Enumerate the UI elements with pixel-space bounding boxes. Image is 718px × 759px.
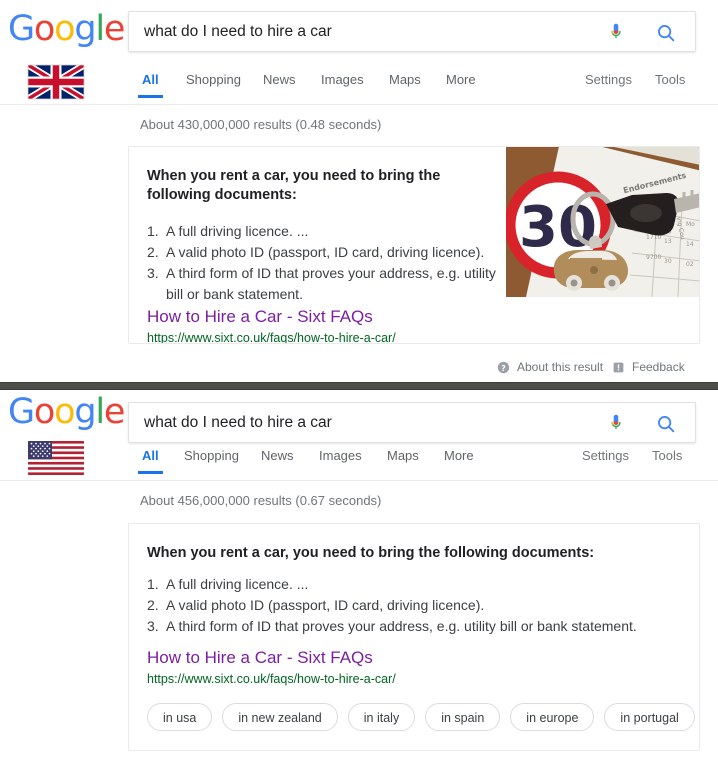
list-item-text: A valid photo ID (passport, ID card, dri…	[166, 597, 485, 613]
list-item-number: 3.	[147, 618, 159, 634]
list-item-number: 2.	[147, 597, 159, 613]
microphone-icon[interactable]	[605, 412, 627, 435]
tab-label: All	[142, 448, 159, 463]
list-item-text: A third form of ID that proves your addr…	[166, 618, 637, 634]
result-stats-us: About 456,000,000 results (0.67 seconds)	[140, 493, 382, 508]
answer-list: 1. A full driving licence. ... 2. A vali…	[147, 221, 507, 305]
tab-more[interactable]: More	[444, 448, 474, 474]
tab-all[interactable]: All	[138, 448, 163, 474]
list-item: 1. A full driving licence. ...	[147, 574, 687, 595]
result-thumbnail[interactable]: SepDayMo 17101314 97003002 Endorsements …	[506, 147, 699, 297]
tools-button[interactable]: Tools	[652, 448, 682, 463]
list-item-text: A full driving licence. ...	[166, 576, 309, 592]
answer-list: 1. A full driving licence. ... 2. A vali…	[147, 574, 687, 637]
svg-text:9700: 9700	[646, 254, 661, 261]
microphone-icon[interactable]	[605, 21, 627, 44]
list-item: 3. A third form of ID that proves your a…	[147, 616, 687, 637]
google-logo[interactable]: Google	[8, 395, 125, 430]
tab-label: More	[444, 448, 474, 463]
panel-divider	[0, 382, 718, 390]
answer-card-uk: When you rent a car, you need to bring t…	[128, 146, 700, 344]
result-link-title[interactable]: How to Hire a Car - Sixt FAQs	[147, 307, 373, 327]
svg-text:?: ?	[501, 362, 506, 372]
list-item-number: 1.	[147, 576, 159, 592]
tab-label: News	[261, 448, 294, 463]
search-input-uk[interactable]: what do I need to hire a car	[144, 23, 332, 41]
google-logo[interactable]: Google	[8, 12, 125, 47]
list-item-text: A third form of ID that proves your addr…	[166, 265, 496, 302]
chip-in-portugal[interactable]: in portugal	[604, 703, 695, 731]
result-link-title[interactable]: How to Hire a Car - Sixt FAQs	[147, 648, 373, 668]
feedback-label: Feedback	[632, 360, 685, 374]
list-item: 1. A full driving licence. ...	[147, 221, 507, 242]
refinement-chips: in usa in new zealand in italy in spain …	[147, 703, 699, 731]
result-url: https://www.sixt.co.uk/faqs/how-to-hire-…	[147, 672, 396, 686]
list-item-number: 3.	[147, 265, 159, 281]
svg-text:13: 13	[664, 238, 672, 245]
flag-feedback-icon	[612, 361, 625, 374]
chip-in-usa[interactable]: in usa	[147, 703, 213, 731]
search-box-us[interactable]: what do I need to hire a car	[128, 402, 696, 443]
result-stats-uk: About 430,000,000 results (0.48 seconds)	[140, 117, 382, 132]
svg-text:30: 30	[664, 258, 672, 265]
search-submit-icon[interactable]	[655, 22, 677, 44]
svg-text:02: 02	[686, 261, 694, 268]
about-this-result-uk[interactable]: ? About this result	[497, 360, 603, 374]
search-box-uk[interactable]: what do I need to hire a car	[128, 11, 696, 52]
tab-images[interactable]: Images	[319, 448, 362, 474]
search-submit-icon[interactable]	[655, 413, 677, 435]
list-item: 3. A third form of ID that proves your a…	[147, 263, 507, 305]
tab-active-underline	[138, 471, 163, 474]
tab-maps[interactable]: Maps	[389, 72, 421, 98]
result-url: https://www.sixt.co.uk/faqs/how-to-hire-…	[147, 331, 396, 344]
answer-title: When you rent a car, you need to bring t…	[147, 545, 595, 561]
tab-maps[interactable]: Maps	[387, 448, 419, 474]
nav-tabs-uk: All Shopping News Images Maps More Setti…	[0, 72, 718, 105]
list-item-number: 1.	[147, 223, 159, 239]
chip-in-new-zealand[interactable]: in new zealand	[222, 703, 338, 731]
tab-label: More	[446, 72, 476, 87]
list-item-text: A full driving licence. ...	[166, 223, 309, 239]
tab-label: News	[263, 72, 296, 87]
svg-text:14: 14	[686, 241, 694, 248]
list-item: 2. A valid photo ID (passport, ID card, …	[147, 595, 687, 616]
search-panel-us: Google what do I need to hire a car All …	[0, 390, 718, 759]
tab-news[interactable]: News	[261, 448, 294, 474]
settings-button[interactable]: Settings	[582, 448, 629, 463]
chip-in-italy[interactable]: in italy	[347, 703, 416, 731]
question-mark-circle-icon: ?	[497, 361, 510, 374]
chip-in-europe[interactable]: in europe	[510, 703, 595, 731]
tab-label: Maps	[387, 448, 419, 463]
tab-label: Maps	[389, 72, 421, 87]
search-panel-uk: Google what do I need to hire a car All …	[0, 0, 718, 382]
answer-card-us: When you rent a car, you need to bring t…	[128, 523, 700, 751]
tab-news[interactable]: News	[263, 72, 296, 98]
search-input-us[interactable]: what do I need to hire a car	[144, 414, 332, 432]
tab-shopping[interactable]: Shopping	[184, 448, 239, 474]
tab-all[interactable]: All	[138, 72, 163, 98]
about-this-result-label: About this result	[517, 360, 604, 374]
tab-shopping[interactable]: Shopping	[186, 72, 241, 98]
tab-images[interactable]: Images	[321, 72, 364, 98]
settings-button[interactable]: Settings	[585, 72, 632, 87]
tools-button[interactable]: Tools	[655, 72, 685, 87]
tab-label: Shopping	[184, 448, 239, 463]
nav-tabs-us: All Shopping News Images Maps More Setti…	[0, 448, 718, 481]
tab-label: Images	[319, 448, 362, 463]
tab-label: All	[142, 72, 159, 87]
list-item: 2. A valid photo ID (passport, ID card, …	[147, 242, 507, 263]
list-item-text: A valid photo ID (passport, ID card, dri…	[166, 244, 485, 260]
tab-label: Images	[321, 72, 364, 87]
tab-label: Shopping	[186, 72, 241, 87]
answer-title: When you rent a car, you need to bring t…	[147, 168, 441, 203]
chip-in-spain[interactable]: in spain	[425, 703, 501, 731]
svg-text:Mo: Mo	[686, 221, 695, 228]
tab-active-underline	[138, 95, 163, 98]
feedback-button-uk[interactable]: Feedback	[612, 360, 685, 374]
tab-more[interactable]: More	[446, 72, 476, 98]
list-item-number: 2.	[147, 244, 159, 260]
